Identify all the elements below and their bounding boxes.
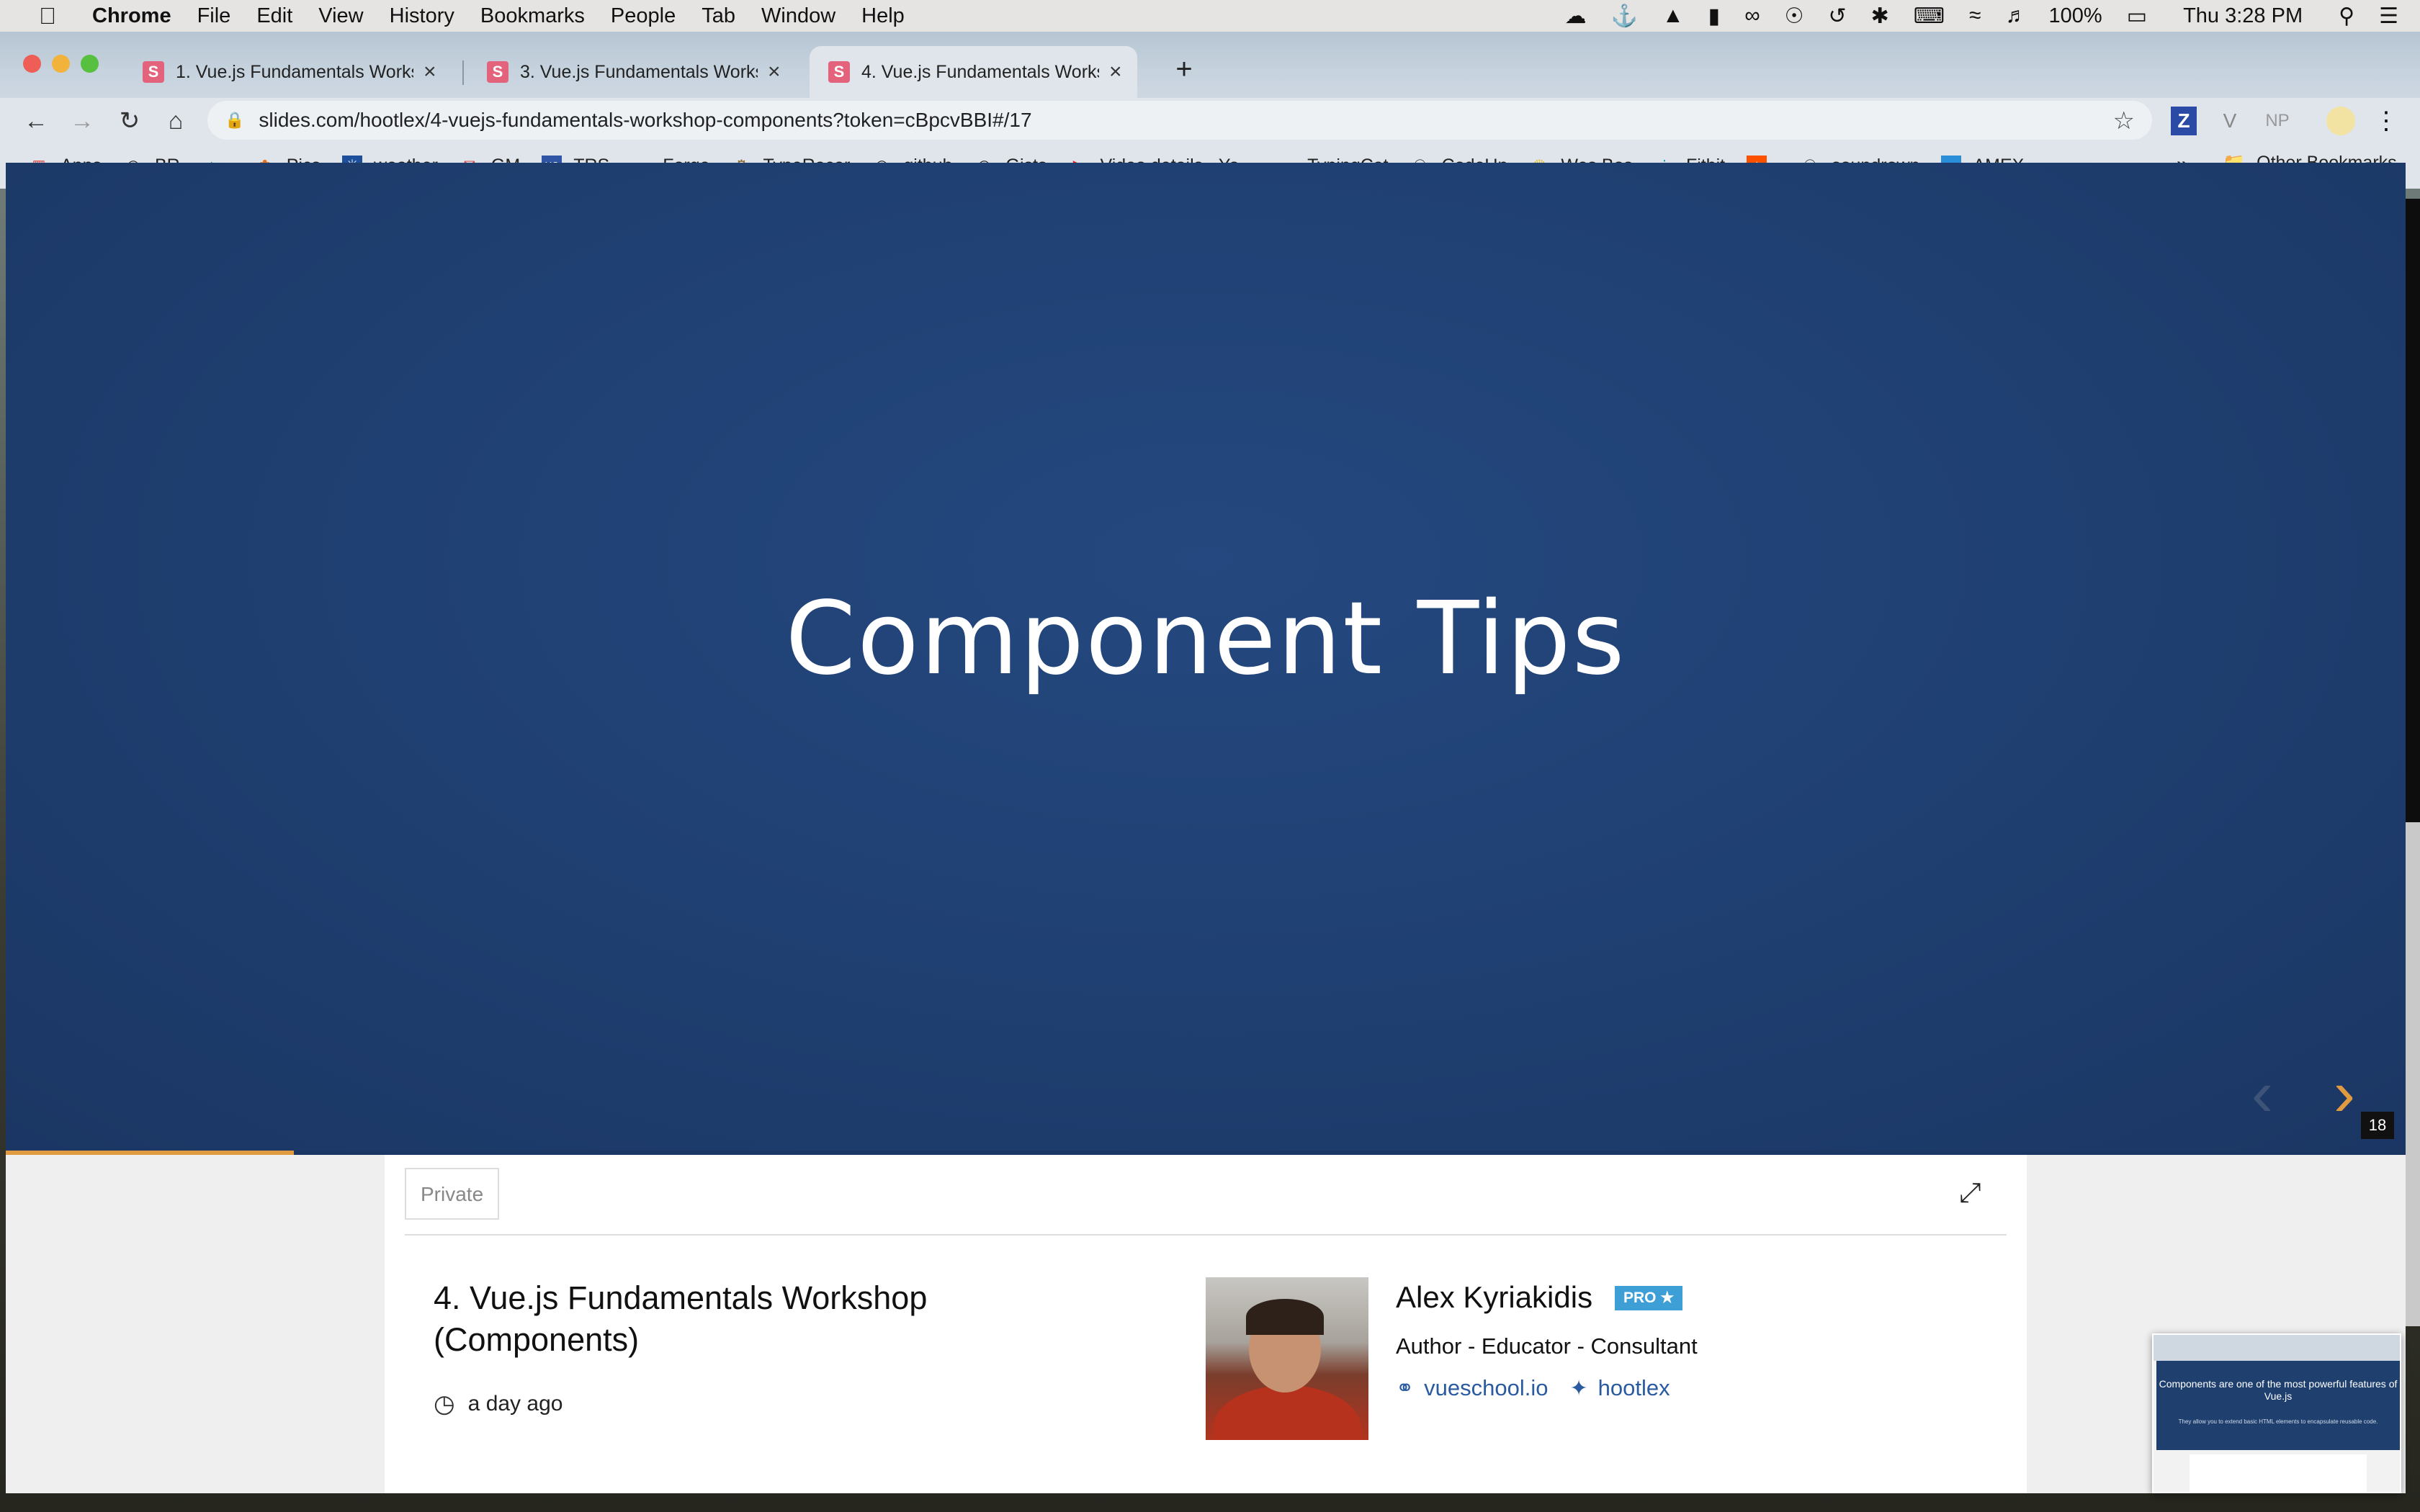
menu-people[interactable]: People [611, 4, 676, 28]
avatar-hair [1246, 1299, 1324, 1335]
menu-app-name[interactable]: Chrome [92, 4, 171, 28]
twitter-link[interactable]: hootlex [1598, 1375, 1670, 1401]
notification-center-icon[interactable]: ☰ [2379, 4, 2398, 29]
thumbnail-browser-chrome [2154, 1335, 2400, 1361]
pro-badge: PRO ★ [1615, 1286, 1683, 1310]
creative-cloud-icon[interactable]: ☁ [1565, 4, 1587, 29]
time-machine-icon[interactable]: ↺ [1828, 4, 1846, 29]
previous-slide-arrow-icon[interactable]: ‹ [2251, 1061, 2273, 1126]
thumbnail-card [2190, 1454, 2367, 1492]
divider [405, 1234, 2007, 1236]
battery-percent[interactable]: 100% [2049, 4, 2102, 28]
home-icon[interactable]: ⌂ [160, 105, 192, 137]
close-window-button[interactable] [23, 55, 41, 73]
menu-bookmarks[interactable]: Bookmarks [480, 4, 585, 28]
slide-number: 18 [2361, 1112, 2394, 1139]
author-role: Author - Educator - Consultant [1396, 1333, 1698, 1359]
lock-icon[interactable]: 🔒 [225, 111, 244, 130]
updated-text: a day ago [467, 1392, 563, 1416]
deck-info-card: Private ⤢ 4. Vue.js Fundamentals Worksho… [385, 1155, 2027, 1493]
chrome-menu-icon[interactable]: ⋮ [2374, 107, 2398, 135]
tab-title: 3. Vue.js Fundamentals Workshop (Compone… [520, 61, 758, 82]
apple-menu-icon[interactable]:  [29, 3, 66, 30]
profile-avatar-icon[interactable] [2326, 107, 2355, 135]
tab-close-icon[interactable]: × [424, 60, 436, 84]
twitter-icon: ✦ [1569, 1376, 1588, 1400]
browser-toolbar: ← → ↻ ⌂ 🔒 slides.com/hootlex/4-vuejs-fun… [0, 98, 2420, 143]
bluetooth-icon[interactable]: ✱ [1871, 4, 1889, 29]
tab-strip: S 1. Vue.js Fundamentals Workshop (Compo… [0, 32, 2420, 98]
accessibility-icon[interactable]: ☉ [1785, 4, 1804, 29]
tab-1[interactable]: S 1. Vue.js Fundamentals Workshop (Compo… [124, 46, 452, 98]
forward-arrow-icon[interactable]: → [66, 105, 98, 137]
slide-viewport[interactable]: Component Tips ‹ › 18 [6, 163, 2406, 1155]
deck-title: 4. Vue.js Fundamentals Workshop (Compone… [434, 1279, 928, 1358]
slides-favicon-icon: S [143, 61, 164, 83]
url-text[interactable]: slides.com/hootlex/4-vuejs-fundamentals-… [259, 109, 1031, 132]
back-arrow-icon[interactable]: ← [20, 105, 52, 137]
link-icon: ⚭ [1396, 1376, 1415, 1400]
menu-edit[interactable]: Edit [256, 4, 292, 28]
wifi-icon[interactable]: ≈ [1969, 4, 1981, 28]
np-extension-icon[interactable]: NP [2262, 107, 2293, 135]
tab-close-icon[interactable]: × [768, 60, 781, 84]
author-name[interactable]: Alex Kyriakidis [1396, 1280, 1592, 1315]
docker-icon[interactable]: ⚓ [1611, 4, 1638, 29]
glasses-icon[interactable]: ∞ [1744, 4, 1760, 28]
tab-close-icon[interactable]: × [1109, 60, 1122, 84]
slide-title: Component Tips [785, 580, 1626, 698]
thumbnail-headline: Components are one of the most powerful … [2159, 1378, 2398, 1402]
clock[interactable]: Thu 3:28 PM [2183, 4, 2303, 28]
page-scrollbar-track[interactable] [2406, 199, 2420, 822]
new-tab-button[interactable]: + [1168, 53, 1200, 85]
macos-menu-bar:  Chrome File Edit View History Bookmark… [0, 0, 2420, 32]
tab-3-active[interactable]: S 4. Vue.js Fundamentals Workshop (Compo… [810, 46, 1137, 98]
slides-favicon-icon: S [487, 61, 508, 83]
fullscreen-icon[interactable]: ⤢ [1959, 1178, 1981, 1209]
menu-window[interactable]: Window [761, 4, 835, 28]
avatar-shirt [1213, 1385, 1361, 1440]
battery-icon[interactable]: ▭ [2127, 4, 2147, 29]
screenshot-thumbnail[interactable]: Components are one of the most powerful … [2152, 1333, 2401, 1493]
menu-view[interactable]: View [318, 4, 363, 28]
zotero-extension-icon[interactable]: Z [2171, 107, 2197, 135]
thumbnail-slide: Components are one of the most powerful … [2156, 1361, 2400, 1450]
status-area: ☁ ⚓ ▲ ▮ ∞ ☉ ↺ ✱ ⌨ ≈ ♬ 100% ▭ Thu 3:28 PM… [1541, 0, 2398, 32]
keyboard-icon[interactable]: ⌨ [1914, 4, 1945, 29]
thumbnail-subtext: They allow you to extend basic HTML elem… [2178, 1418, 2378, 1425]
tab-title: 4. Vue.js Fundamentals Workshop (Compone… [861, 61, 1099, 82]
audio-bars-icon[interactable]: ▮ [1708, 4, 1721, 29]
bookmark-star-icon[interactable]: ☆ [2113, 107, 2135, 135]
menu-tab[interactable]: Tab [702, 4, 735, 28]
author-links: ⚭ vueschool.io ✦ hootlex [1396, 1375, 1670, 1401]
tab-2[interactable]: S 3. Vue.js Fundamentals Workshop (Compo… [468, 46, 796, 98]
reload-icon[interactable]: ↻ [114, 105, 145, 137]
page-scrollbar-thumb[interactable] [2406, 822, 2420, 1326]
clock-icon: ◷ [434, 1390, 455, 1418]
next-slide-arrow-icon[interactable]: › [2334, 1061, 2355, 1126]
vue-devtools-extension-icon[interactable]: V [2217, 107, 2243, 135]
tab-separator [462, 60, 464, 85]
menu-history[interactable]: History [390, 4, 454, 28]
tab-title: 1. Vue.js Fundamentals Workshop (Compone… [176, 61, 413, 82]
deck-updated: ◷ a day ago [434, 1390, 563, 1418]
website-link[interactable]: vueschool.io [1424, 1375, 1548, 1401]
menu-file[interactable]: File [197, 4, 231, 28]
spotlight-search-icon[interactable]: ⚲ [2339, 4, 2354, 29]
zoom-window-button[interactable] [81, 55, 99, 73]
visibility-badge: Private [405, 1168, 500, 1220]
arrow-up-icon[interactable]: ▲ [1662, 4, 1684, 28]
author-avatar[interactable] [1206, 1277, 1368, 1440]
minimize-window-button[interactable] [52, 55, 70, 73]
slides-favicon-icon: S [828, 61, 850, 83]
address-bar[interactable]: 🔒 slides.com/hootlex/4-vuejs-fundamental… [207, 101, 2152, 140]
menu-help[interactable]: Help [861, 4, 905, 28]
volume-icon[interactable]: ♬ [2006, 4, 2027, 28]
